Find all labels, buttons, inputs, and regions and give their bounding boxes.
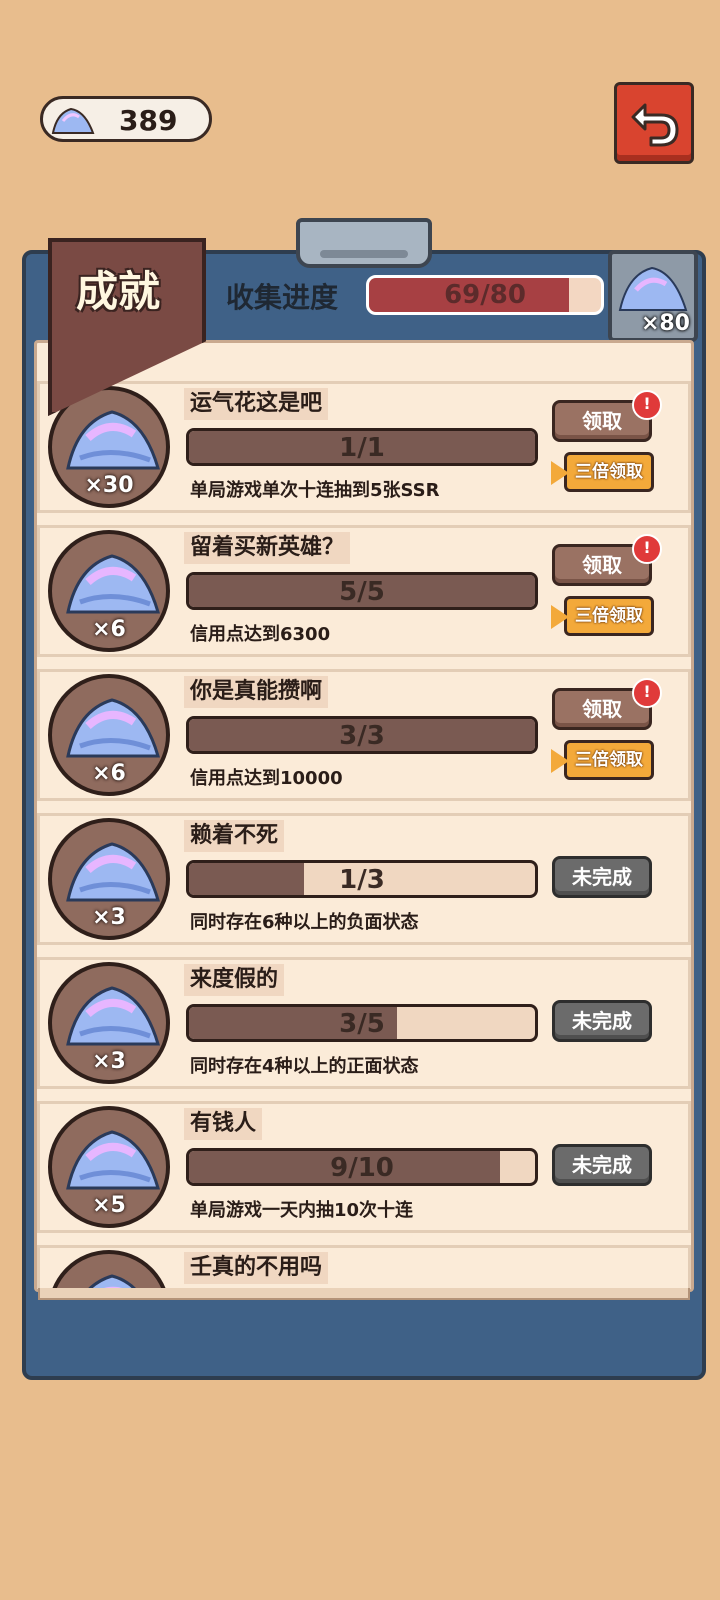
incomplete-button: 未完成 [552,1000,652,1042]
triple-claim-button[interactable]: 三倍领取 [551,740,654,780]
reward-multiplier: ×5 [92,1193,126,1218]
achievement-description: 同时存在4种以上的正面状态 [190,1056,419,1077]
incomplete-button: 未完成 [552,1144,652,1186]
achievement-progress-bar: 5/5 [186,572,538,610]
video-ad-icon [551,461,569,485]
achievement-title: 壬真的不用吗 [184,1252,329,1284]
achievement-description: 单局游戏一天内抽10次十连 [190,1200,414,1221]
incomplete-button: 未完成 [552,856,652,898]
reward-icon: ×6 [48,674,170,796]
achievement-progress-text: 1/1 [339,433,385,463]
achievement-progress-text: 9/10 [330,1153,394,1183]
reward-multiplier: ×6 [92,761,126,786]
achievement-row: ×30 运气花这是吧 1/1 单局游戏单次十连抽到5张SSR 领取! 三倍领取 [37,381,691,513]
achievement-row: ×5 有钱人 9/10 单局游戏一天内抽10次十连 未完成 [37,1101,691,1233]
reward-icon: ×5 [48,1106,170,1228]
achievement-row: ×3 赖着不死 1/3 同时存在6种以上的负面状态 未完成 [37,813,691,945]
reward-multiplier: ×6 [92,617,126,642]
triple-claim-label: 三倍领取 [575,750,643,770]
triple-claim-label: 三倍领取 [575,606,643,626]
crystal-icon [66,986,161,1046]
crystal-icon [66,1130,161,1190]
reward-multiplier: ×3 [92,1049,126,1074]
achievement-description: 单局游戏单次十连抽到5张SSR [190,480,440,501]
triple-claim-label: 三倍领取 [575,462,643,482]
video-ad-icon [551,605,569,629]
back-button[interactable] [614,82,694,164]
page-title: 成就 [76,267,161,316]
achievement-progress-bar: 3/5 [186,1004,538,1042]
achievement-progress-bar: 9/10 [186,1148,538,1186]
reward-multiplier: ×3 [92,905,126,930]
achievement-row: ×6 你是真能攒啊 3/3 信用点达到10000 领取! 三倍领取 [37,669,691,801]
reward-multiplier: ×30 [84,473,134,498]
collect-progress-text: 69/80 [444,280,526,310]
achievement-title: 留着买新英雄？ [184,532,351,564]
reward-icon: ×3 [48,818,170,940]
currency-display: 389 [40,96,212,142]
achievement-progress-bar: 1/1 [186,428,538,466]
video-ad-icon [551,749,569,773]
alert-badge-icon: ! [632,678,662,708]
crystal-icon [66,554,161,614]
collection-reward-count: ×80 [640,311,690,336]
crystal-icon [49,105,97,143]
reward-icon [48,1250,170,1289]
board-clip [296,218,432,268]
achievement-progress-text: 1/3 [339,865,385,895]
achievement-title: 来度假的 [184,964,285,996]
reward-icon: ×6 [48,530,170,652]
achievement-title: 你是真能攒啊 [184,676,329,708]
collect-progress-label: 收集进度 [226,281,339,314]
triple-claim-button[interactable]: 三倍领取 [551,596,654,636]
crystal-icon [66,410,161,470]
alert-badge-icon: ! [632,390,662,420]
achievement-progress-text: 5/5 [339,577,385,607]
return-arrow-icon [631,103,679,147]
achievement-row: 壬真的不用吗 [37,1245,691,1289]
achievement-progress-text: 3/3 [339,721,385,751]
achievement-description: 信用点达到6300 [190,624,331,645]
achievement-row: ×6 留着买新英雄？ 5/5 信用点达到6300 领取! 三倍领取 [37,525,691,657]
achievement-row: ×3 来度假的 3/5 同时存在4种以上的正面状态 未完成 [37,957,691,1089]
paper-edge [38,1288,690,1300]
currency-amount: 389 [119,104,178,137]
alert-badge-icon: ! [632,534,662,564]
crystal-icon [66,698,161,758]
achievement-title: 运气花这是吧 [184,388,329,420]
achievement-description: 信用点达到10000 [190,768,343,789]
collect-progress-bar: 69/80 [366,275,604,315]
achievement-progress-bar: 1/3 [186,860,538,898]
achievement-list: ×30 运气花这是吧 1/1 单局游戏单次十连抽到5张SSR 领取! 三倍领取 ×6 留着买新… [34,340,694,1292]
achievement-progress-bar: 3/3 [186,716,538,754]
triple-claim-button[interactable]: 三倍领取 [551,452,654,492]
achievement-title: 有钱人 [184,1108,263,1140]
achievement-progress-text: 3/5 [339,1009,385,1039]
achievement-description: 同时存在6种以上的负面状态 [190,912,419,933]
collection-reward-box[interactable]: ×80 [608,250,698,342]
reward-icon: ×3 [48,962,170,1084]
achievement-title: 赖着不死 [184,820,285,852]
crystal-icon [66,842,161,902]
